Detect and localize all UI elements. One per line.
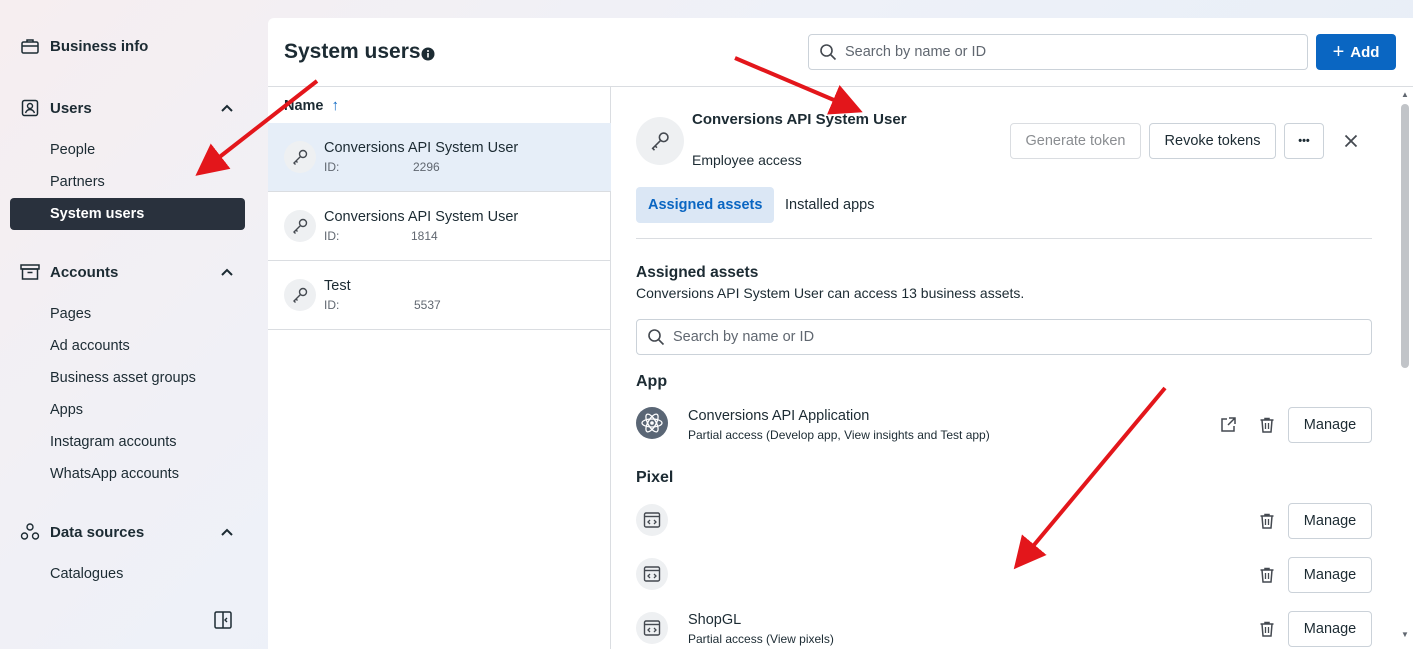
collapse-sidebar-icon[interactable] <box>213 610 233 630</box>
tab-installed-apps[interactable]: Installed apps <box>785 187 874 223</box>
sidebar-item-instagram-accounts[interactable]: Instagram accounts <box>50 432 177 452</box>
nav-section-users-label: Users <box>50 99 92 117</box>
asset-name: Conversions API Application <box>688 408 870 424</box>
info-icon[interactable] <box>421 47 435 61</box>
user-name: Conversions API System User <box>324 209 519 225</box>
sidebar: Business info Users People Partners Syst… <box>0 0 258 649</box>
sort-ascending-icon[interactable]: ↑ <box>332 97 340 114</box>
detail-user-role: Employee access <box>692 152 802 168</box>
user-id-value: 1814 <box>411 229 438 243</box>
revoke-tokens-button[interactable]: Revoke tokens <box>1149 123 1276 159</box>
divider <box>636 238 1372 239</box>
pixel-code-icon <box>636 612 668 644</box>
user-row[interactable]: Conversions API System User ID: 2296 <box>268 123 611 192</box>
manage-button[interactable]: Manage <box>1288 407 1372 443</box>
user-id-label: ID: <box>324 160 340 174</box>
key-icon <box>636 117 684 165</box>
manage-button[interactable]: Manage <box>1288 611 1372 647</box>
scrollbar-thumb[interactable] <box>1401 104 1409 368</box>
archive-box-icon <box>20 262 40 282</box>
key-icon <box>284 141 316 173</box>
add-button-label: Add <box>1350 43 1380 61</box>
user-id-value: 2296 <box>413 160 440 174</box>
user-row[interactable]: Conversions API System User ID: 1814 <box>268 192 611 261</box>
asset-access: Partial access (View pixels) <box>688 632 834 646</box>
system-users-search[interactable] <box>808 34 1308 70</box>
trash-icon[interactable] <box>1258 566 1276 584</box>
trash-icon[interactable] <box>1258 416 1276 434</box>
detail-scrollbar[interactable]: ▲ ▼ <box>1398 88 1413 649</box>
manage-button[interactable]: Manage <box>1288 503 1372 539</box>
chevron-up-icon[interactable] <box>220 525 234 539</box>
main-panel: System users + Add Name ↑ Conversions AP… <box>268 18 1413 649</box>
add-button[interactable]: + Add <box>1316 34 1396 70</box>
search-input[interactable] <box>845 44 1285 60</box>
trash-icon[interactable] <box>1258 620 1276 638</box>
manage-button[interactable]: Manage <box>1288 557 1372 593</box>
key-icon <box>284 210 316 242</box>
data-sources-icon <box>20 522 40 542</box>
key-icon <box>284 279 316 311</box>
user-name: Test <box>324 278 351 294</box>
sidebar-item-business-asset-groups[interactable]: Business asset groups <box>50 368 196 388</box>
nav-section-users[interactable]: Users <box>20 96 234 120</box>
scroll-up-arrow-icon[interactable]: ▲ <box>1400 90 1410 100</box>
search-icon <box>819 43 837 61</box>
user-id-value: 5537 <box>414 298 441 312</box>
assigned-assets-subtitle: Conversions API System User can access 1… <box>636 285 1025 301</box>
more-options-button[interactable]: ••• <box>1284 123 1324 159</box>
chevron-up-icon[interactable] <box>220 265 234 279</box>
assets-search-input[interactable] <box>673 329 1353 345</box>
asset-access: Partial access (Develop app, View insigh… <box>688 428 990 442</box>
user-badge-icon <box>20 98 40 118</box>
nav-section-data-sources-label: Data sources <box>50 523 145 541</box>
nav-business-info-label: Business info <box>50 37 149 55</box>
search-icon <box>647 328 665 346</box>
column-header-label: Name <box>284 97 324 114</box>
detail-user-name: Conversions API System User <box>692 111 907 128</box>
column-header-name[interactable]: Name ↑ <box>284 97 339 114</box>
pixel-code-icon <box>636 504 668 536</box>
group-title-app: App <box>636 373 668 390</box>
plus-icon: + <box>1332 41 1345 63</box>
asset-name: ShopGL <box>688 612 742 628</box>
system-users-list: Name ↑ Conversions API System User ID: 2… <box>268 87 611 649</box>
user-detail-panel: Conversions API System User Employee acc… <box>612 87 1413 649</box>
sidebar-item-pages[interactable]: Pages <box>50 304 91 324</box>
app-atom-icon <box>636 407 668 439</box>
user-id-label: ID: <box>324 298 340 312</box>
sidebar-item-apps[interactable]: Apps <box>50 400 83 420</box>
user-id-label: ID: <box>324 229 340 243</box>
user-row[interactable]: Test ID: 5537 <box>268 261 611 330</box>
nav-section-accounts[interactable]: Accounts <box>20 260 234 284</box>
user-name: Conversions API System User <box>324 140 519 156</box>
sidebar-item-whatsapp-accounts[interactable]: WhatsApp accounts <box>50 464 179 484</box>
nav-section-data-sources[interactable]: Data sources <box>20 520 234 544</box>
sidebar-item-people[interactable]: People <box>50 140 95 160</box>
assets-search[interactable] <box>636 319 1372 355</box>
close-icon[interactable] <box>1342 132 1360 150</box>
group-title-pixel: Pixel <box>636 469 674 486</box>
briefcase-icon <box>20 36 40 56</box>
chevron-up-icon[interactable] <box>220 101 234 115</box>
external-link-icon[interactable] <box>1219 416 1237 434</box>
nav-section-accounts-label: Accounts <box>50 263 119 281</box>
trash-icon[interactable] <box>1258 512 1276 530</box>
sidebar-item-partners[interactable]: Partners <box>50 172 105 192</box>
tab-assigned-assets[interactable]: Assigned assets <box>636 187 775 223</box>
sidebar-item-system-users[interactable]: System users <box>10 198 245 230</box>
assigned-assets-title: Assigned assets <box>636 264 759 281</box>
sidebar-item-catalogues[interactable]: Catalogues <box>50 564 123 584</box>
nav-business-info[interactable]: Business info <box>20 34 234 58</box>
pixel-code-icon <box>636 558 668 590</box>
generate-token-button[interactable]: Generate token <box>1010 123 1141 159</box>
sidebar-item-ad-accounts[interactable]: Ad accounts <box>50 336 130 356</box>
page-title: System users <box>284 40 421 63</box>
scroll-down-arrow-icon[interactable]: ▼ <box>1400 630 1410 640</box>
